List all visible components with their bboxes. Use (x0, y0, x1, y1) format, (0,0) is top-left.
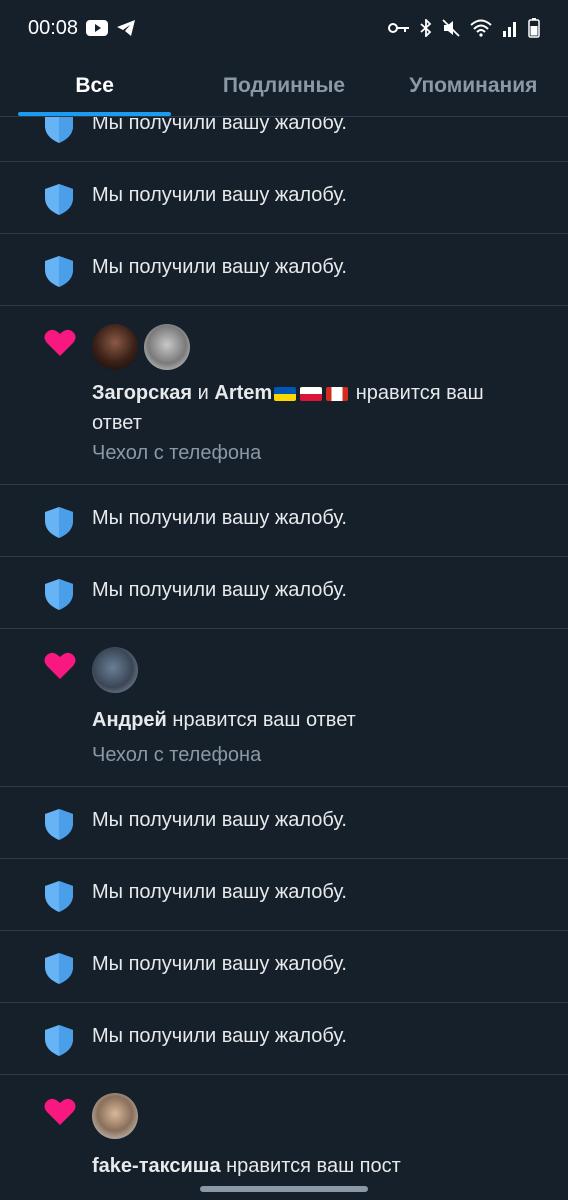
tab-all-label: Все (75, 74, 114, 97)
tab-mentions-label: Упоминания (409, 74, 538, 97)
report-notification[interactable]: Мы получили вашу жалобу. (0, 485, 568, 557)
shield-icon (45, 809, 73, 840)
like-notification[interactable]: fake-таксиша нравится ваш пост (0, 1075, 568, 1200)
avatar[interactable] (92, 324, 138, 370)
tab-verified-label: Подлинные (222, 74, 346, 97)
shield-icon (45, 881, 73, 912)
bluetooth-icon (420, 19, 432, 37)
report-notification[interactable]: Мы получили вашу жалобу. (0, 1003, 568, 1075)
report-notification[interactable]: Мы получили вашу жалобу. (0, 116, 568, 162)
shield-icon (45, 256, 73, 287)
user-name[interactable]: Artem (214, 382, 272, 404)
avatar[interactable] (92, 647, 138, 693)
report-notification[interactable]: Мы получили вашу жалобу. (0, 931, 568, 1003)
like-description: fake-таксиша нравится ваш пост (92, 1151, 532, 1181)
like-notification[interactable]: Андрей нравится ваш ответ Чехол с телефо… (0, 629, 568, 787)
user-name[interactable]: fake-таксиша (92, 1155, 221, 1177)
status-bar: 00:08 (0, 0, 568, 56)
heart-icon (44, 652, 76, 679)
youtube-icon (86, 20, 109, 36)
avatar[interactable] (92, 1093, 138, 1139)
user-name[interactable]: Андрей (92, 709, 167, 731)
report-text: Мы получили вашу жалобу. (92, 507, 347, 529)
report-text: Мы получили вашу жалобу. (92, 953, 347, 975)
shield-icon (45, 1025, 73, 1056)
report-notification[interactable]: Мы получили вашу жалобу. (0, 234, 568, 306)
action-text: нравится ваш пост (220, 1155, 401, 1177)
action-text: нравится ваш ответ (166, 709, 356, 731)
battery-icon (528, 18, 540, 38)
tab-all[interactable]: Все (0, 56, 189, 116)
report-text: Мы получили вашу жалобу. (92, 184, 347, 206)
shield-icon (45, 116, 73, 143)
like-description: Андрей нравится ваш ответ (92, 705, 532, 735)
user-name[interactable]: Загорская (92, 382, 192, 404)
like-description: Загорская и Artem нравится ваш ответ (92, 378, 532, 438)
tab-mentions[interactable]: Упоминания (379, 56, 568, 116)
avatar-group (92, 324, 190, 370)
report-text: Мы получили вашу жалобу. (92, 1025, 347, 1047)
heart-icon (44, 1098, 76, 1125)
avatar[interactable] (144, 324, 190, 370)
telegram-icon (117, 20, 136, 36)
report-notification[interactable]: Мы получили вашу жалобу. (0, 162, 568, 234)
like-notification[interactable]: Загорская и Artem нравится ваш ответ Чех… (0, 306, 568, 485)
report-notification[interactable]: Мы получили вашу жалобу. (0, 859, 568, 931)
active-tab-indicator (18, 112, 171, 116)
report-text: Мы получили вашу жалобу. (92, 256, 347, 278)
report-text: Мы получили вашу жалобу. (92, 881, 347, 903)
poland-flag-icon (300, 386, 323, 401)
signal-icon (503, 22, 516, 37)
heart-icon (44, 329, 76, 356)
shield-icon (45, 953, 73, 984)
post-preview: Чехол с телефона (92, 442, 262, 464)
report-text: Мы получили вашу жалобу. (92, 116, 347, 134)
report-notification[interactable]: Мы получили вашу жалобу. (0, 787, 568, 859)
notification-tabs: Все Подлинные Упоминания (0, 56, 568, 117)
status-time: 00:08 (28, 16, 79, 39)
ukraine-flag-icon (274, 386, 297, 401)
report-text: Мы получили вашу жалобу. (92, 809, 347, 831)
shield-icon (45, 579, 73, 610)
key-icon (388, 23, 409, 33)
canada-flag-icon (326, 386, 349, 401)
avatar-group (92, 647, 138, 693)
report-text: Мы получили вашу жалобу. (92, 579, 347, 601)
post-preview: Чехол с телефона (92, 744, 262, 766)
status-right (388, 18, 540, 38)
tab-verified[interactable]: Подлинные (189, 56, 378, 116)
wifi-icon (470, 19, 492, 37)
report-notification[interactable]: Мы получили вашу жалобу. (0, 557, 568, 629)
status-left: 00:08 (28, 17, 136, 40)
mute-icon (442, 19, 460, 37)
home-indicator[interactable] (200, 1186, 368, 1192)
shield-icon (45, 184, 73, 215)
avatar-group (92, 1093, 138, 1139)
shield-icon (45, 507, 73, 538)
notification-feed: Мы получили вашу жалобу. Мы получили ваш… (0, 116, 568, 1200)
connector-text: и (192, 382, 215, 404)
